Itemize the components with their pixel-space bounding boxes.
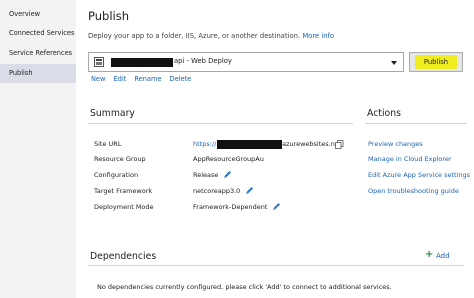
target-framework-value: netcoreapp3.0 <box>193 187 241 195</box>
preview-changes-link[interactable]: Preview changes <box>368 140 423 148</box>
sidebar: Overview Connected Services Service Refe… <box>0 0 76 298</box>
summary-divider <box>88 123 353 124</box>
dependencies-title: Dependencies <box>90 251 157 262</box>
profile-dropdown[interactable]: api - Web Deploy <box>88 52 404 72</box>
summary-title: Summary <box>90 108 135 119</box>
subtitle-text: Deploy your app to a folder, IIS, Azure,… <box>88 32 301 40</box>
resource-group-value: AppResourceGroupAu <box>193 155 264 163</box>
page-title: Publish <box>88 9 129 23</box>
publish-button[interactable]: Publish <box>409 52 463 72</box>
site-url-value[interactable]: https:// <box>193 140 216 148</box>
publish-button-label: Publish <box>423 58 449 66</box>
configuration-label: Configuration <box>94 171 139 179</box>
dependencies-divider <box>88 265 464 266</box>
delete-profile-link[interactable]: Delete <box>170 75 192 83</box>
site-url-prefix: https:// <box>193 140 217 148</box>
actions-title: Actions <box>367 108 401 119</box>
copy-icon[interactable] <box>335 140 344 149</box>
publish-page: Publish Deploy your app to a folder, IIS… <box>76 0 474 298</box>
edit-deployment-mode-pencil-icon[interactable] <box>272 202 281 211</box>
redacted-url <box>217 140 282 149</box>
deployment-mode-value: Framework-Dependent <box>193 203 268 211</box>
troubleshooting-guide-link[interactable]: Open troubleshooting guide <box>368 187 459 195</box>
site-url-label: Site URL <box>94 140 122 148</box>
configuration-value: Release <box>193 171 219 179</box>
actions-divider <box>365 123 467 124</box>
redacted-text <box>111 58 173 67</box>
profile-actions: New Edit Rename Delete <box>91 75 197 83</box>
deployment-mode-label: Deployment Mode <box>94 203 154 211</box>
page-subtitle: Deploy your app to a folder, IIS, Azure,… <box>88 32 334 40</box>
edit-target-framework-pencil-icon[interactable] <box>245 186 254 195</box>
add-dependency-button[interactable]: + Add <box>425 249 450 260</box>
sidebar-item-connected-services[interactable]: Connected Services <box>0 24 76 43</box>
resource-group-label: Resource Group <box>94 155 146 163</box>
sidebar-item-overview[interactable]: Overview <box>0 5 76 24</box>
profile-selected-value: api - Web Deploy <box>174 57 232 65</box>
edit-profile-link[interactable]: Edit <box>114 75 127 83</box>
plus-icon: + <box>425 249 434 260</box>
chevron-down-icon <box>391 61 397 65</box>
target-framework-label: Target Framework <box>94 187 153 195</box>
site-url-suffix[interactable]: .azurewebsites.net <box>280 140 341 148</box>
web-deploy-icon <box>94 57 104 67</box>
sidebar-item-publish[interactable]: Publish <box>0 64 76 83</box>
add-label: Add <box>436 252 450 260</box>
sidebar-item-service-references[interactable]: Service References <box>0 44 76 63</box>
more-info-link[interactable]: More info <box>302 32 334 40</box>
manage-cloud-explorer-link[interactable]: Manage in Cloud Explorer <box>368 155 452 163</box>
edit-app-service-settings-link[interactable]: Edit Azure App Service settings <box>368 171 470 179</box>
new-profile-link[interactable]: New <box>91 75 105 83</box>
edit-configuration-pencil-icon[interactable] <box>223 170 232 179</box>
dependencies-empty-message: No dependencies currently configured, pl… <box>97 283 392 291</box>
rename-profile-link[interactable]: Rename <box>134 75 161 83</box>
